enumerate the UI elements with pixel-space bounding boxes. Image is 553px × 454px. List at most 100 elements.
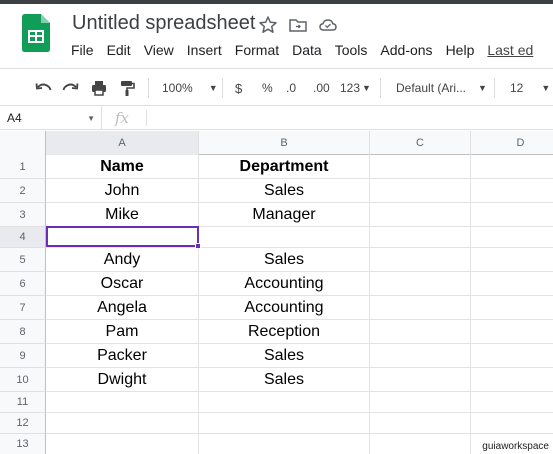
row-header[interactable]: 10 xyxy=(0,368,46,392)
cell-c2[interactable] xyxy=(370,179,471,203)
row-header[interactable]: 9 xyxy=(0,344,46,368)
font-select[interactable]: Default (Ari... ▼ xyxy=(396,69,487,107)
select-all-corner[interactable] xyxy=(0,131,46,155)
menu-view[interactable]: View xyxy=(144,42,174,58)
column-header-d[interactable]: D xyxy=(471,131,553,155)
cell-d5[interactable] xyxy=(471,248,553,272)
cell-b12[interactable] xyxy=(199,413,370,434)
cell-c13[interactable] xyxy=(370,434,471,454)
cell-a9[interactable]: Packer xyxy=(46,344,199,368)
zoom-select[interactable]: 100% ▼ xyxy=(162,69,218,107)
cell-d3[interactable] xyxy=(471,203,553,227)
percent-format-button[interactable]: % xyxy=(262,69,273,107)
column-header-a[interactable]: A xyxy=(46,131,199,155)
row-header[interactable]: 5 xyxy=(0,248,46,272)
row-header[interactable]: 6 xyxy=(0,272,46,296)
more-formats-button[interactable]: 123 ▼ xyxy=(340,69,371,107)
column-header-b[interactable]: B xyxy=(199,131,370,155)
cell-d6[interactable] xyxy=(471,272,553,296)
cell-b8[interactable]: Reception xyxy=(199,320,370,344)
menu-add-ons[interactable]: Add-ons xyxy=(380,42,432,58)
document-title[interactable]: Untitled spreadsheet xyxy=(72,12,255,35)
menu-insert[interactable]: Insert xyxy=(187,42,222,58)
cell-c9[interactable] xyxy=(370,344,471,368)
cell-d1[interactable] xyxy=(471,155,553,179)
row-header[interactable]: 13 xyxy=(0,434,46,454)
increase-decimal-button[interactable]: .00 xyxy=(313,69,330,107)
cell-d8[interactable] xyxy=(471,320,553,344)
cell-d12[interactable] xyxy=(471,413,553,434)
cell-b9[interactable]: Sales xyxy=(199,344,370,368)
cell-c6[interactable] xyxy=(370,272,471,296)
cell-b11[interactable] xyxy=(199,392,370,413)
row-header[interactable]: 7 xyxy=(0,296,46,320)
spreadsheet-grid[interactable]: A B C D 1 Name Department 2 John Sales 3 Mike Ma… xyxy=(0,131,553,454)
row-header[interactable]: 4 xyxy=(0,227,46,248)
cell-b13[interactable] xyxy=(199,434,370,454)
sheets-logo-icon[interactable] xyxy=(22,14,50,52)
cell-c3[interactable] xyxy=(370,203,471,227)
last-edit-link[interactable]: Last ed xyxy=(487,42,533,58)
cell-a1[interactable]: Name xyxy=(46,155,199,179)
cell-d11[interactable] xyxy=(471,392,553,413)
cell-b7[interactable]: Accounting xyxy=(199,296,370,320)
cell-c8[interactable] xyxy=(370,320,471,344)
row-header[interactable]: 1 xyxy=(0,155,46,179)
cell-c11[interactable] xyxy=(370,392,471,413)
cell-a10[interactable]: Dwight xyxy=(46,368,199,392)
cell-d7[interactable] xyxy=(471,296,553,320)
cell-d10[interactable] xyxy=(471,368,553,392)
redo-icon[interactable] xyxy=(62,69,80,107)
print-icon[interactable] xyxy=(90,69,108,107)
menu-format[interactable]: Format xyxy=(235,42,279,58)
cell-a3[interactable]: Mike xyxy=(46,203,199,227)
cell-c12[interactable] xyxy=(370,413,471,434)
row-header[interactable]: 2 xyxy=(0,179,46,203)
cell-c5[interactable] xyxy=(370,248,471,272)
cloud-status-icon[interactable] xyxy=(318,15,338,35)
row-header[interactable]: 12 xyxy=(0,413,46,434)
row-header[interactable]: 8 xyxy=(0,320,46,344)
cell-c10[interactable] xyxy=(370,368,471,392)
cell-a4[interactable] xyxy=(46,227,199,248)
menu-edit[interactable]: Edit xyxy=(107,42,131,58)
star-icon[interactable] xyxy=(258,15,278,35)
menu-tools[interactable]: Tools xyxy=(335,42,368,58)
cell-a2[interactable]: John xyxy=(46,179,199,203)
fill-handle[interactable] xyxy=(195,243,201,249)
cell-b5[interactable]: Sales xyxy=(199,248,370,272)
cell-a6[interactable]: Oscar xyxy=(46,272,199,296)
cell-b1[interactable]: Department xyxy=(199,155,370,179)
cell-a8[interactable]: Pam xyxy=(46,320,199,344)
decrease-decimal-button[interactable]: .0 xyxy=(286,69,296,107)
cell-d2[interactable] xyxy=(471,179,553,203)
cell-b4[interactable] xyxy=(199,227,370,248)
paint-format-icon[interactable] xyxy=(118,69,136,107)
cell-b3[interactable]: Manager xyxy=(199,203,370,227)
cell-b2[interactable]: Sales xyxy=(199,179,370,203)
cell-c4[interactable] xyxy=(370,227,471,248)
cell-a11[interactable] xyxy=(46,392,199,413)
cell-a13[interactable] xyxy=(46,434,199,454)
menu-data[interactable]: Data xyxy=(292,42,322,58)
column-header-c[interactable]: C xyxy=(370,131,471,155)
move-to-folder-icon[interactable] xyxy=(288,15,308,35)
cell-c7[interactable] xyxy=(370,296,471,320)
currency-format-button[interactable]: $ xyxy=(235,69,242,107)
undo-icon[interactable] xyxy=(34,69,52,107)
cell-a12[interactable] xyxy=(46,413,199,434)
cell-a5[interactable]: Andy xyxy=(46,248,199,272)
font-size-select[interactable]: 12 ▼ xyxy=(510,69,550,107)
name-box[interactable]: A4 ▼ xyxy=(0,106,102,130)
cell-b10[interactable]: Sales xyxy=(199,368,370,392)
menu-file[interactable]: File xyxy=(71,42,94,58)
cell-c1[interactable] xyxy=(370,155,471,179)
cell-a7[interactable]: Angela xyxy=(46,296,199,320)
cell-b6[interactable]: Accounting xyxy=(199,272,370,296)
row-header[interactable]: 11 xyxy=(0,392,46,413)
cell-d9[interactable] xyxy=(471,344,553,368)
row-header[interactable]: 3 xyxy=(0,203,46,227)
decrease-decimal-label: .0 xyxy=(286,81,297,95)
cell-d4[interactable] xyxy=(471,227,553,248)
menu-help[interactable]: Help xyxy=(446,42,475,58)
